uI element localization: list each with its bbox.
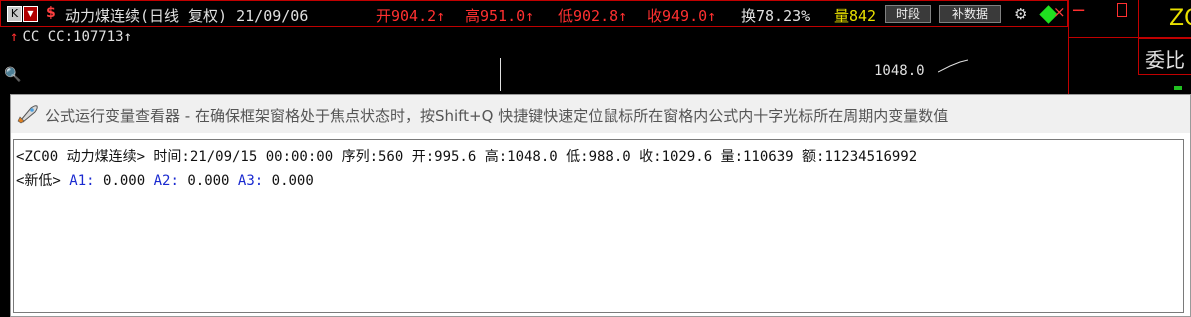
variable-values-line: <新低> A1: 0.000 A2: 0.000 A3: 0.000 [16, 170, 314, 190]
bar-info-line: <ZC00 动力煤连续> 时间:21/09/15 00:00:00 序列:560… [16, 149, 918, 165]
supplement-data-button[interactable]: 补数据 [939, 5, 1001, 23]
rocket-icon [17, 105, 38, 124]
close-price: 收949.0↑ [647, 7, 717, 25]
variable-a2-value: 0.000 [178, 173, 238, 189]
formula-name: <新低> [16, 173, 70, 189]
dialog-title: 公式运行变量查看器 - 在确保框架窗格处于焦点状态时，按Shift+Q 快捷键快… [45, 107, 949, 125]
variable-a3-value: 0.000 [263, 173, 314, 189]
crosshair-vertical-line [500, 58, 501, 91]
high-price: 高951.0↑ [465, 7, 535, 25]
k-button[interactable]: K [7, 6, 22, 22]
indicator-line: ↑ CC CC:107713↑ [10, 29, 132, 45]
gear-icon[interactable]: ⚙ [1014, 5, 1027, 23]
turnover-rate: 换78.23% [741, 7, 811, 25]
contract-code: ZC [1169, 6, 1191, 31]
chart-titlebar: K ▼ $ 动力煤连续(日线 复权) 21/09/06 开904.2↑ 高951… [0, 0, 1068, 27]
green-marker [1174, 86, 1182, 90]
dialog-header: 公式运行变量查看器 - 在确保框架窗格处于焦点状态时，按Shift+Q 快捷键快… [11, 95, 1190, 133]
right-panel-header: − ZC [1069, 0, 1191, 38]
instrument-title: 动力煤连续(日线 复权) 21/09/06 [65, 7, 309, 25]
up-arrow-icon: ↑ [10, 29, 19, 45]
window-icon[interactable] [1117, 3, 1127, 17]
variable-a1-label: A1: [69, 173, 95, 189]
period-button[interactable]: 时段 [885, 5, 931, 23]
minimize-icon[interactable]: − [1071, 0, 1086, 21]
divider [1138, 0, 1139, 37]
variable-viewer-dialog: 公式运行变量查看器 - 在确保框架窗格处于焦点状态时，按Shift+Q 快捷键快… [10, 94, 1191, 317]
open-price: 开904.2↑ [376, 7, 446, 25]
variable-a1-value: 0.000 [94, 173, 154, 189]
variable-a2-label: A2: [153, 173, 179, 189]
dropdown-arrow-button[interactable]: ▼ [23, 6, 38, 22]
low-price: 低902.8↑ [558, 7, 628, 25]
volume: 量842 [834, 7, 877, 25]
high-price-label: 1048.0 [874, 63, 925, 79]
dollar-icon: $ [46, 5, 56, 21]
close-icon[interactable]: × [1053, 3, 1066, 21]
price-trend-line [938, 59, 968, 73]
indicator-text: CC CC:107713↑ [22, 29, 133, 45]
variable-a3-label: A3: [237, 173, 264, 189]
wei-bi-label: 委比 [1145, 48, 1185, 72]
magnifier-icon[interactable]: 🔍 [4, 67, 21, 83]
variable-output-area[interactable]: <ZC00 动力煤连续> 时间:21/09/15 00:00:00 序列:560… [13, 139, 1184, 313]
